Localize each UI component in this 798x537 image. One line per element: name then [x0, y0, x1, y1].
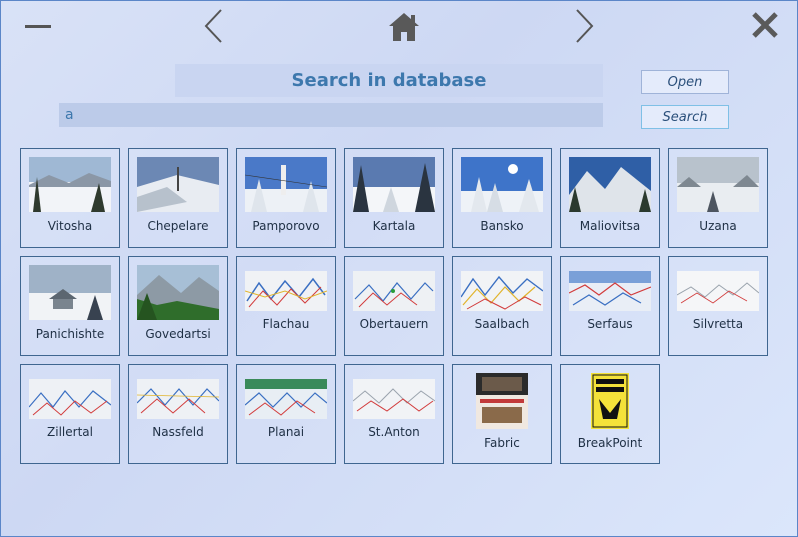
trail-map-image — [677, 271, 759, 311]
misty-snow-photo — [677, 157, 759, 212]
trail-map-image — [137, 379, 219, 419]
tile-label: Planai — [267, 425, 305, 439]
result-tile-nassfeld[interactable]: Nassfeld — [128, 364, 228, 464]
result-tile-planai[interactable]: Planai — [236, 364, 336, 464]
chevron-right-icon[interactable] — [571, 7, 597, 45]
result-tile-flachau[interactable]: Flachau — [236, 256, 336, 356]
result-tile-pamporovo[interactable]: Pamporovo — [236, 148, 336, 248]
home-icon[interactable] — [387, 11, 421, 43]
close-icon[interactable] — [749, 9, 781, 41]
chevron-left-icon[interactable] — [201, 7, 227, 45]
result-tile-breakpoint[interactable]: BreakPoint — [560, 364, 660, 464]
tile-label: Govedartsi — [145, 327, 211, 341]
tile-label: Obertauern — [359, 317, 429, 331]
trail-map-image — [353, 271, 435, 311]
tile-label: Silvretta — [692, 317, 744, 331]
result-tile-maliovitsa[interactable]: Maliovitsa — [560, 148, 660, 248]
tile-label: St.Anton — [368, 425, 420, 439]
result-tile-zillertal[interactable]: Zillertal — [20, 364, 120, 464]
result-tile-fabric[interactable]: Fabric — [452, 364, 552, 464]
tile-label: Zillertal — [47, 425, 93, 439]
minimize-icon[interactable] — [25, 13, 53, 41]
tile-label: Serfaus — [587, 317, 633, 331]
results-grid: Vitosha Chepelare Pamporovo Kartala Bans — [20, 148, 768, 464]
search-input[interactable] — [59, 103, 603, 127]
trail-map-image — [29, 379, 111, 419]
trail-map-image — [569, 271, 651, 311]
breakpoint-poster-image — [591, 373, 629, 429]
mountain-peaks-photo — [569, 157, 651, 212]
tile-label: Nassfeld — [152, 425, 204, 439]
result-tile-vitosha[interactable]: Vitosha — [20, 148, 120, 248]
result-tile-obertauern[interactable]: Obertauern — [344, 256, 444, 356]
result-tile-bansko[interactable]: Bansko — [452, 148, 552, 248]
result-tile-serfaus[interactable]: Serfaus — [560, 256, 660, 356]
green-valley-photo — [137, 265, 219, 320]
tile-label: Bansko — [480, 219, 524, 233]
result-tile-saalbach[interactable]: Saalbach — [452, 256, 552, 356]
tile-label: Pamporovo — [252, 219, 320, 233]
result-tile-uzana[interactable]: Uzana — [668, 148, 768, 248]
trail-map-image — [245, 379, 327, 419]
tile-label: Vitosha — [47, 219, 93, 233]
result-tile-kartala[interactable]: Kartala — [344, 148, 444, 248]
result-tile-silvretta[interactable]: Silvretta — [668, 256, 768, 356]
tile-label: Saalbach — [474, 317, 530, 331]
trail-map-image — [245, 271, 327, 311]
open-button[interactable]: Open — [641, 70, 729, 94]
sunny-snow-photo — [461, 157, 543, 212]
snowy-trees-photo — [353, 157, 435, 212]
search-button[interactable]: Search — [641, 105, 729, 129]
trail-map-image — [353, 379, 435, 419]
trail-map-image — [461, 271, 543, 311]
fabric-poster-image — [476, 373, 528, 429]
tile-label: Uzana — [699, 219, 737, 233]
snowy-cabin-photo — [29, 265, 111, 320]
snowy-forest-photo — [29, 157, 111, 212]
tile-label: Panichishte — [35, 327, 105, 341]
tile-label: BreakPoint — [577, 436, 643, 450]
snow-tower-photo — [245, 157, 327, 212]
tile-label: Fabric — [484, 436, 520, 450]
tile-label: Maliovitsa — [579, 219, 641, 233]
app-window: Search in database Open Search Vitosha C… — [0, 0, 798, 537]
snowy-ridge-photo — [137, 157, 219, 212]
result-tile-govedartsi[interactable]: Govedartsi — [128, 256, 228, 356]
tile-label: Flachau — [262, 317, 310, 331]
tile-label: Chepelare — [147, 219, 209, 233]
result-tile-panichishte[interactable]: Panichishte — [20, 256, 120, 356]
tile-label: Kartala — [372, 219, 416, 233]
result-tile-chepelare[interactable]: Chepelare — [128, 148, 228, 248]
result-tile-st-anton[interactable]: St.Anton — [344, 364, 444, 464]
search-title: Search in database — [175, 64, 603, 97]
